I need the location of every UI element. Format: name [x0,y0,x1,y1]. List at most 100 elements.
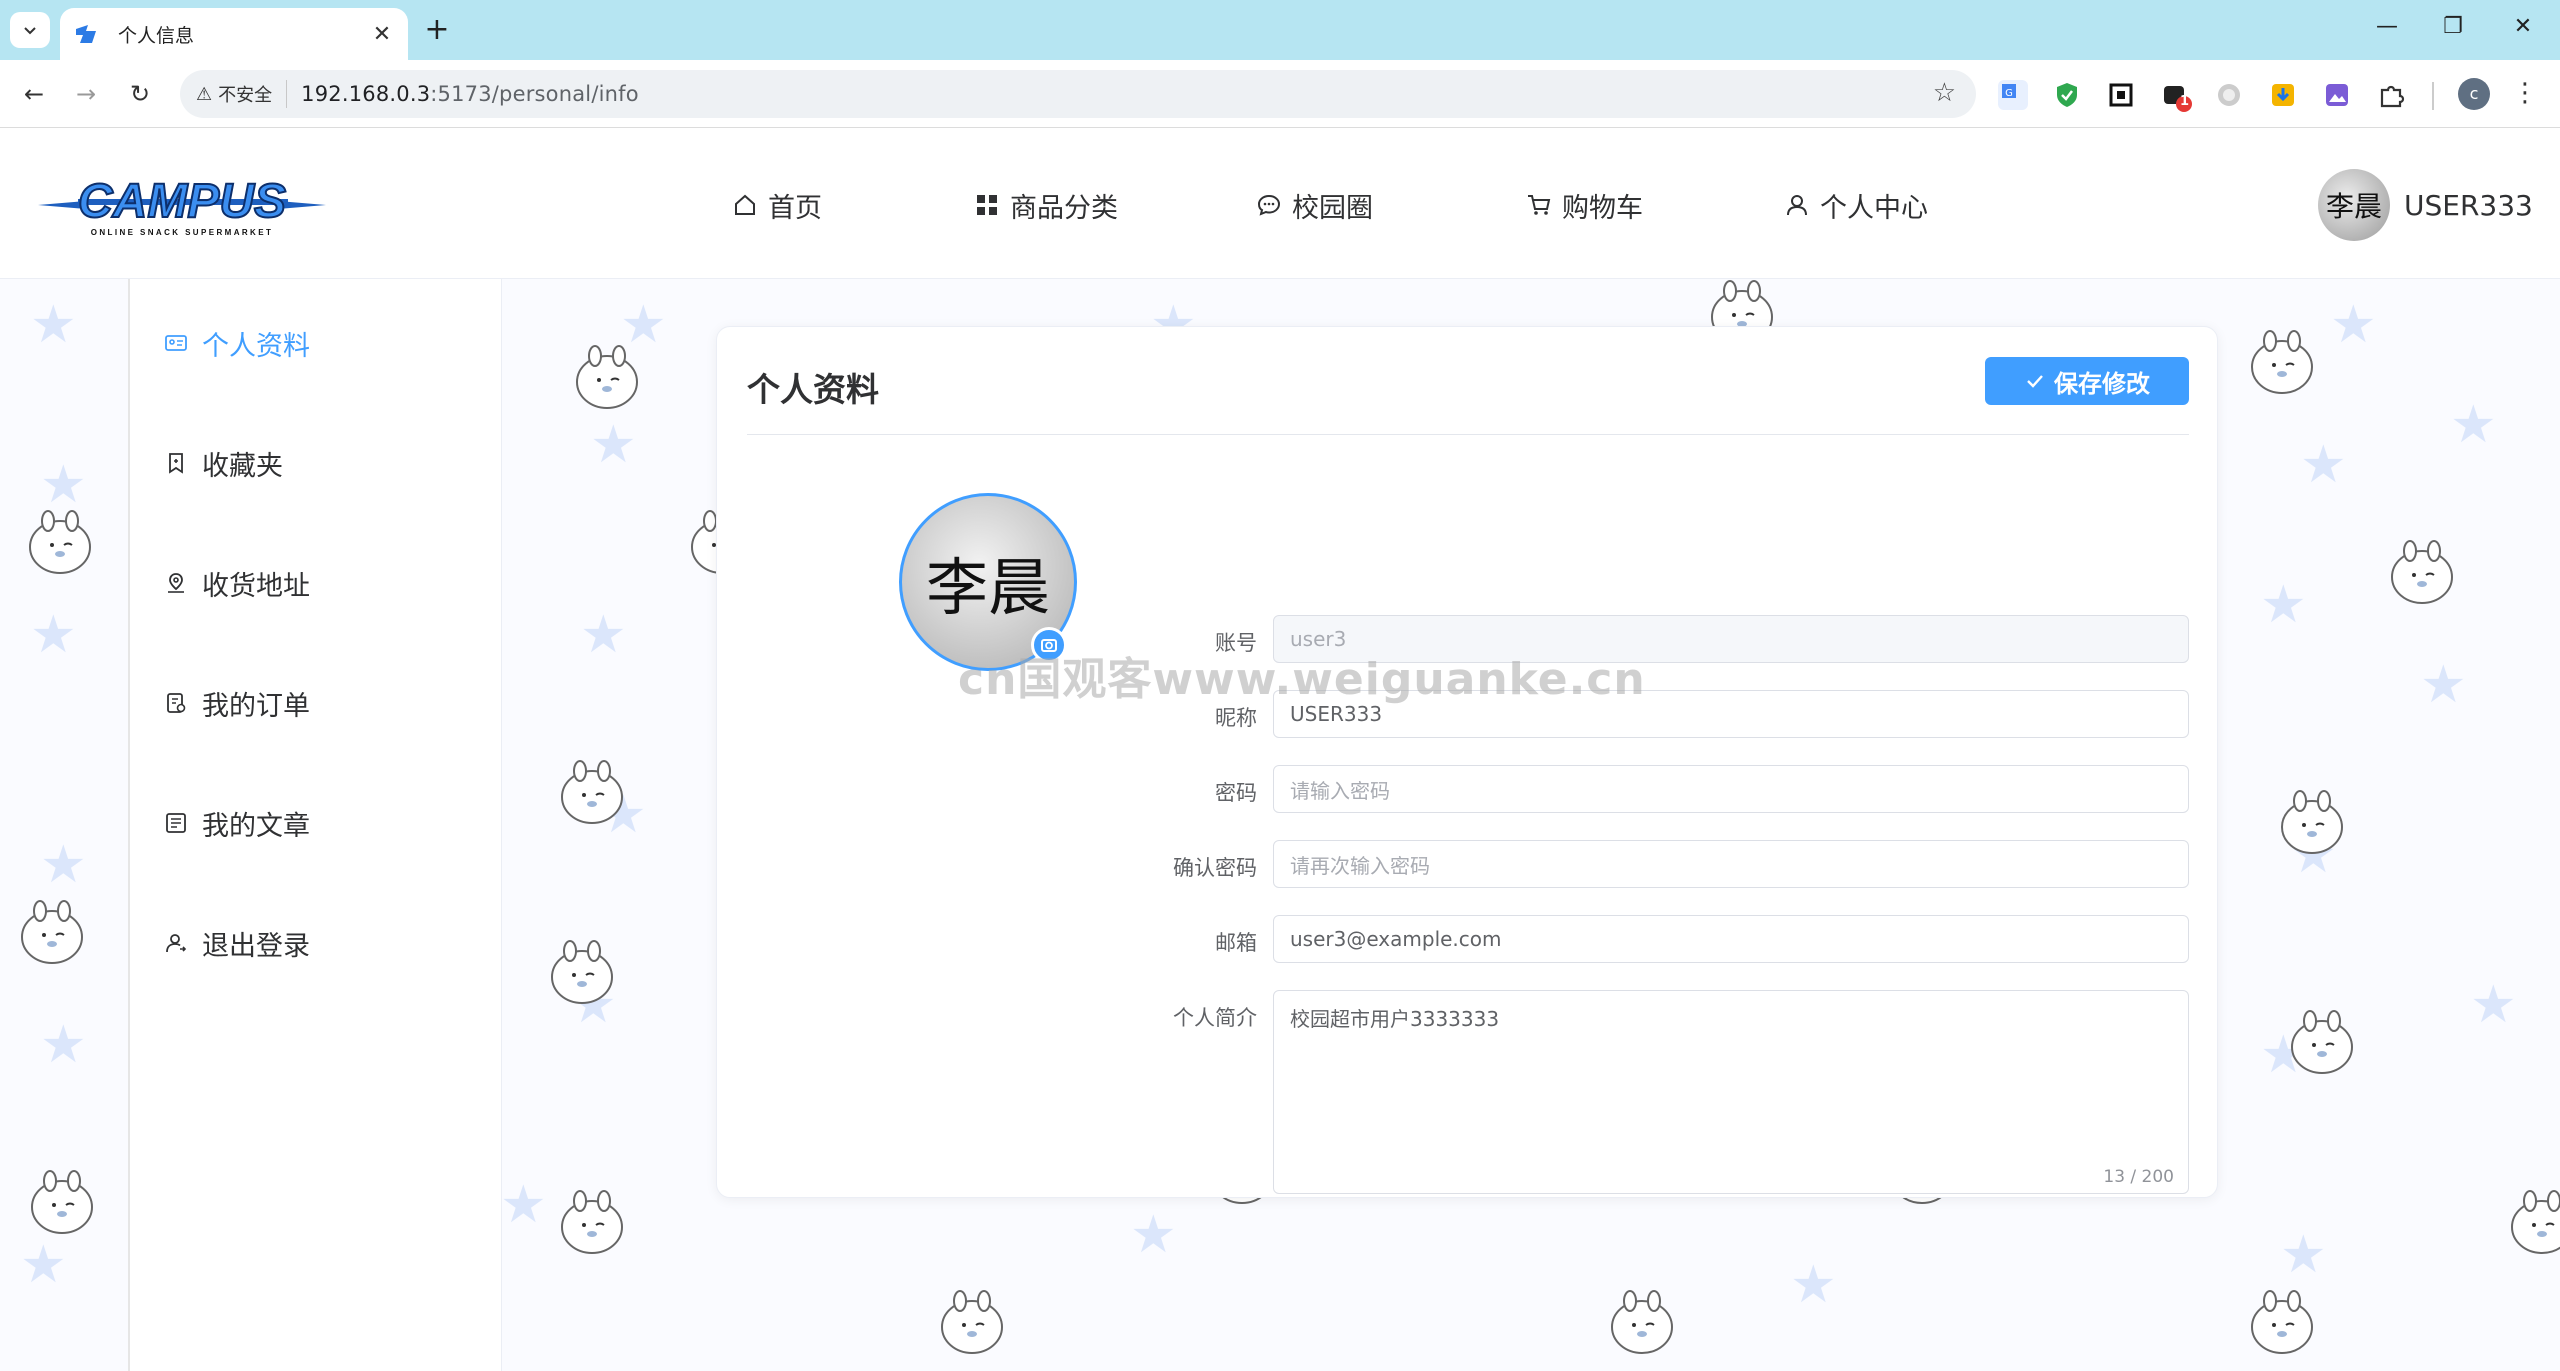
shield-extension-icon[interactable] [2052,80,2082,110]
grid-icon [977,195,997,215]
background-bunny-icon [561,1190,623,1254]
close-window-icon[interactable]: ✕ [2500,14,2546,46]
security-label: 不安全 [218,85,273,106]
reload-icon[interactable]: ↻ [122,76,158,112]
url-text: 192.168.0.3:5173/personal/info [301,82,639,106]
background-star-icon: ★ [2420,655,2467,715]
bio-text: 校园超市用户3333333 [1290,1007,1500,1031]
background-star-icon: ★ [2330,295,2377,355]
background-bunny-icon [1611,1290,1673,1354]
gray-circle-extension-icon[interactable] [2214,80,2244,110]
menu-item-favorites[interactable]: 收藏夹 [164,443,283,483]
cart-icon [1528,195,1551,215]
background-bunny-icon [21,900,83,964]
security-indicator[interactable]: ⚠ 不安全 [196,80,288,108]
nav-cart-label: 购物车 [1562,192,1643,224]
nav-campus-circle[interactable]: 校园圈 [1256,187,1373,224]
background-star-icon: ★ [2450,395,2497,455]
extension-badge-count: 1 [2180,94,2190,109]
nav-categories[interactable]: 商品分类 [974,187,1118,224]
svg-text:G: G [2005,88,2013,99]
menu-item-logout[interactable]: 退出登录 [164,923,310,963]
tab-list-button[interactable] [10,12,50,48]
email-input[interactable]: user3@example.com [1273,915,2189,963]
bio-textarea[interactable]: 校园超市用户3333333 13 / 200 [1273,990,2189,1194]
site-favicon-icon [74,23,98,45]
background-star-icon: ★ [500,1175,547,1235]
web-page: CAMPUS ONLINE SNACK SUPERMARKET 首页 商品分类 … [0,129,2560,1371]
menu-item-address[interactable]: 收货地址 [164,563,310,603]
logo-subtitle: ONLINE SNACK SUPERMARKET [91,228,274,237]
toolbar-separator [2432,82,2434,110]
menu-item-articles-label: 我的文章 [202,810,310,842]
minimize-window-icon[interactable]: — [2364,14,2410,46]
password-input[interactable]: 请输入密码 [1273,765,2189,813]
background-star-icon: ★ [30,295,77,355]
background-star-icon: ★ [590,415,637,475]
restore-window-icon[interactable]: ❐ [2430,14,2476,46]
background-bunny-icon [551,940,613,1004]
profile-avatar[interactable]: c [2458,78,2490,110]
download-extension-icon[interactable] [2268,80,2298,110]
background-bunny-icon [2281,790,2343,854]
check-icon [2027,375,2043,388]
campus-logo[interactable]: CAMPUS ONLINE SNACK SUPERMARKET [38,171,326,241]
url-path: :5173/personal/info [430,82,639,106]
background-bunny-icon [31,1170,93,1234]
site-header: CAMPUS ONLINE SNACK SUPERMARKET 首页 商品分类 … [0,129,2560,279]
background-star-icon: ★ [40,1015,87,1075]
menu-item-address-label: 收货地址 [202,570,310,602]
background-star-icon: ★ [2470,975,2517,1035]
background-star-icon: ★ [580,605,627,665]
nav-home[interactable]: 首页 [732,187,822,224]
save-changes-button[interactable]: 保存修改 [1985,357,2189,405]
profile-card-title: 个人资料 [747,370,879,409]
email-label: 邮箱 [1215,931,1257,955]
bookmark-icon [169,453,183,474]
menu-item-profile-label: 个人资料 [202,330,310,362]
background-star-icon: ★ [1790,1255,1837,1315]
address-bar[interactable]: ⚠ 不安全 192.168.0.3:5173/personal/info ☆ [180,70,1976,118]
menu-item-profile[interactable]: 个人资料 [164,323,310,363]
background-star-icon: ★ [40,835,87,895]
nav-personal-center[interactable]: 个人中心 [1784,187,1928,224]
background-star-icon: ★ [30,605,77,665]
confirm-password-input[interactable]: 请再次输入密码 [1273,840,2189,888]
logo-text: CAMPUS [78,175,286,228]
menu-item-orders[interactable]: 我的订单 [164,683,310,723]
header-user[interactable]: 李晨 USER333 [2318,167,2533,243]
forward-arrow-icon[interactable]: → [68,76,104,112]
background-bunny-icon [2251,330,2313,394]
background-bunny-icon [2291,1010,2353,1074]
puzzle-extensions-icon[interactable] [2376,80,2406,110]
nav-cart[interactable]: 购物车 [1526,187,1643,224]
id-card-icon [165,335,187,351]
new-tab-button[interactable]: + [420,14,454,48]
location-icon [168,573,184,593]
image-extension-icon[interactable] [2322,80,2352,110]
menu-item-articles[interactable]: 我的文章 [164,803,310,843]
background-star-icon: ★ [2260,575,2307,635]
background-bunny-icon [576,345,638,409]
confirm-password-label: 确认密码 [1173,856,1257,880]
profile-card: 个人资料 保存修改 李晨 账号 user3 昵称 USER333 密码 请输入密… [716,326,2218,1198]
bookmark-star-icon[interactable]: ☆ [1933,78,1956,108]
square-extension-icon[interactable] [2106,80,2136,110]
chat-bubble-icon [1257,194,1281,216]
background-bunny-icon [2511,1190,2560,1254]
user-icon [1787,195,1807,216]
translate-extension-icon[interactable]: G [1998,80,2028,110]
logout-user-icon [166,934,187,953]
more-menu-icon[interactable]: ⋮ [2510,76,2540,112]
menu-item-logout-label: 退出登录 [202,930,310,962]
browser-tab-active[interactable]: 个人信息 ✕ [60,8,408,60]
badge-extension-icon[interactable]: 1 [2160,80,2192,112]
bio-char-counter: 13 / 200 [2103,1167,2174,1187]
tab-close-icon[interactable]: ✕ [370,22,394,47]
background-star-icon: ★ [2280,1225,2327,1285]
tab-title: 个人信息 [118,24,195,47]
card-divider [747,434,2189,435]
back-arrow-icon[interactable]: ← [16,76,52,112]
save-changes-label: 保存修改 [2054,369,2150,398]
chevron-down-icon [24,27,36,35]
